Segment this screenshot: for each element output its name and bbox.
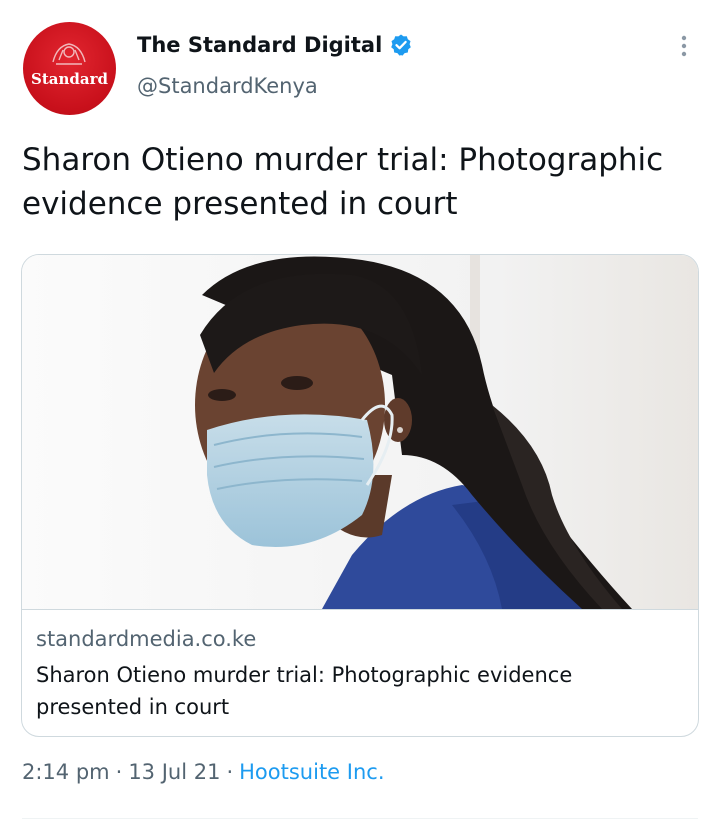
tweet-date[interactable]: 13 Jul 21 bbox=[128, 760, 220, 784]
more-options-icon[interactable] bbox=[672, 30, 696, 62]
avatar[interactable]: Standard bbox=[23, 22, 116, 115]
tweet-source-link[interactable]: Hootsuite Inc. bbox=[239, 760, 384, 784]
display-name-row: The Standard Digital bbox=[137, 30, 413, 60]
card-domain: standardmedia.co.ke bbox=[36, 627, 257, 651]
meta-separator: · bbox=[115, 760, 123, 784]
verified-badge-icon bbox=[389, 33, 413, 57]
avatar-wordmark: Standard bbox=[31, 70, 108, 88]
card-image[interactable] bbox=[22, 255, 698, 610]
user-handle[interactable]: @StandardKenya bbox=[137, 74, 318, 98]
link-card[interactable]: standardmedia.co.ke Sharon Otieno murder… bbox=[21, 254, 699, 737]
crest-icon bbox=[52, 43, 86, 65]
tweet-text: Sharon Otieno murder trial: Photographic… bbox=[22, 142, 664, 222]
meta-separator: · bbox=[226, 760, 234, 784]
tweet-meta: 2:14 pm · 13 Jul 21 · Hootsuite Inc. bbox=[22, 760, 385, 784]
card-title: Sharon Otieno murder trial: Photographic… bbox=[36, 663, 573, 719]
tweet-time[interactable]: 2:14 pm bbox=[22, 760, 110, 784]
tweet-header: Standard The Standard Digital @StandardK… bbox=[0, 0, 720, 120]
display-name[interactable]: The Standard Digital bbox=[137, 33, 382, 57]
divider bbox=[22, 818, 698, 819]
